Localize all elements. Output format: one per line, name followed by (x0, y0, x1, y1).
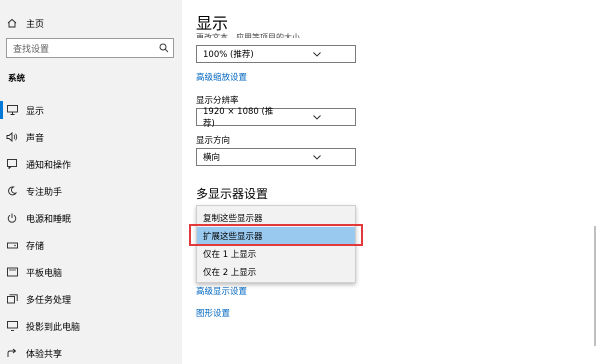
sidebar-item-project[interactable]: 投影到此电脑 (0, 315, 182, 337)
scrollbar[interactable] (594, 226, 596, 346)
home-icon (4, 18, 20, 28)
storage-icon (4, 240, 20, 250)
share-icon (4, 348, 20, 358)
orientation-label: 显示方向 (196, 136, 231, 146)
sidebar-item-label: 专注助手 (26, 187, 63, 198)
sidebar-item-label: 存储 (26, 241, 45, 252)
sidebar-item-display[interactable]: 显示 (0, 99, 182, 121)
sidebar-item-label: 显示 (26, 106, 45, 117)
graphics-settings-link[interactable]: 图形设置 (196, 307, 230, 319)
menu-item-show-only-2[interactable]: 仅在 2 上显示 (197, 263, 355, 281)
sidebar-item-label: 投影到此电脑 (26, 322, 81, 333)
scale-value: 100% (推荐) (203, 50, 254, 60)
sidebar-item-storage[interactable]: 存储 (0, 234, 182, 256)
sidebar-item-label: 电源和睡眠 (26, 214, 72, 225)
moon-icon (4, 186, 20, 196)
scale-dropdown[interactable]: 100% (推荐) (196, 45, 356, 63)
sidebar: 主页 查找设置 系统 显示 声音 通知和操作 专注助手 电源和睡眠 存储 平板电… (0, 0, 182, 364)
monitor-icon (4, 105, 20, 115)
home-label: 主页 (26, 19, 45, 30)
sidebar-item-notifications[interactable]: 通知和操作 (0, 153, 182, 175)
resolution-dropdown[interactable]: 1920 × 1080 (推荐) (196, 107, 356, 129)
menu-item-show-only-1[interactable]: 仅在 1 上显示 (197, 245, 355, 263)
sidebar-item-sound[interactable]: 声音 (0, 126, 182, 148)
orientation-value: 横向 (203, 153, 221, 163)
sidebar-item-label: 多任务处理 (26, 295, 72, 306)
orientation-dropdown[interactable]: 横向 (196, 148, 356, 166)
sidebar-item-label: 通知和操作 (26, 160, 72, 171)
notification-icon (4, 159, 20, 169)
chevron-down-icon (279, 154, 355, 160)
home-button[interactable]: 主页 (0, 12, 182, 34)
main-panel: 显示 更改文本、应用等项目的大小 100% (推荐) 高级缩放设置 显示分辨率 … (182, 0, 600, 364)
sidebar-item-label: 声音 (26, 133, 45, 144)
multi-display-heading: 多显示器设置 (196, 187, 269, 201)
advanced-scale-link[interactable]: 高级缩放设置 (196, 71, 247, 83)
sidebar-item-multitasking[interactable]: 多任务处理 (0, 288, 182, 310)
sidebar-item-label: 体验共享 (26, 349, 63, 360)
sidebar-item-label: 平板电脑 (26, 268, 63, 279)
sidebar-item-focus-assist[interactable]: 专注助手 (0, 180, 182, 202)
search-box[interactable]: 查找设置 (6, 38, 174, 58)
power-icon (4, 213, 20, 223)
settings-window: 主页 查找设置 系统 显示 声音 通知和操作 专注助手 电源和睡眠 存储 平板电… (0, 0, 600, 364)
advanced-display-link[interactable]: 高级显示设置 (196, 285, 247, 297)
chevron-down-icon (279, 114, 355, 120)
annotation-highlight-box (189, 224, 363, 246)
sidebar-item-tablet[interactable]: 平板电脑 (0, 261, 182, 283)
speaker-icon (4, 132, 20, 142)
multitask-icon (4, 294, 20, 304)
project-icon (4, 321, 20, 331)
resolution-value: 1920 × 1080 (推荐) (203, 107, 274, 129)
search-input[interactable]: 查找设置 (7, 42, 155, 55)
search-icon[interactable] (155, 43, 173, 53)
tablet-icon (4, 267, 20, 277)
sidebar-item-shared-experiences[interactable]: 体验共享 (0, 342, 182, 364)
sidebar-item-power-sleep[interactable]: 电源和睡眠 (0, 207, 182, 229)
chevron-down-icon (279, 51, 355, 57)
scale-label-clipped: 更改文本、应用等项目的大小 (196, 33, 300, 38)
section-label-system: 系统 (8, 74, 26, 84)
